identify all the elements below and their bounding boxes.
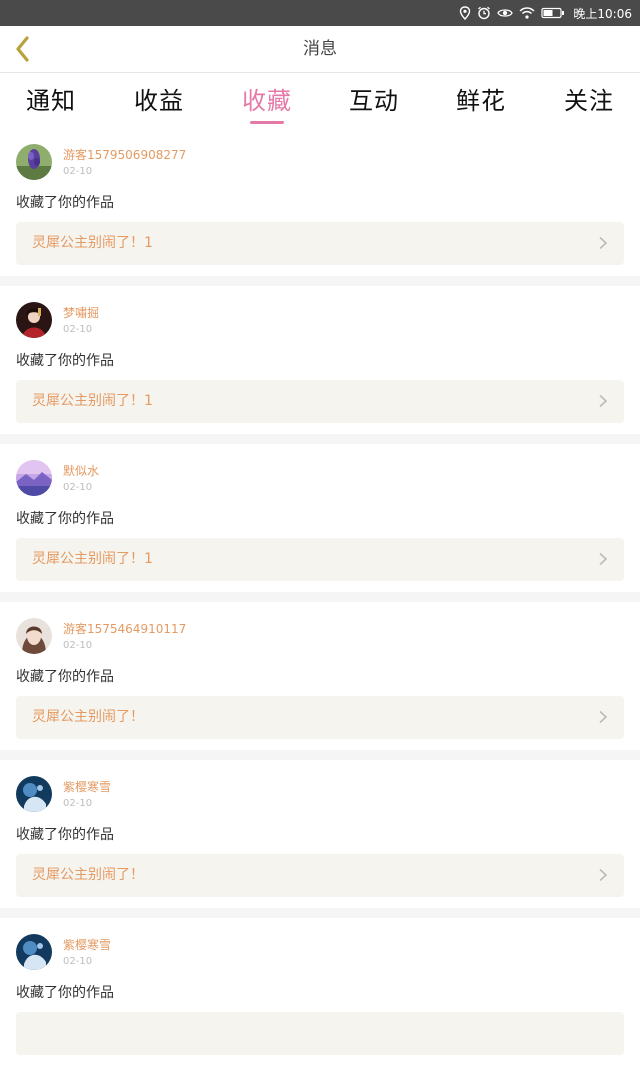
work-link[interactable] (16, 1012, 624, 1055)
chevron-right-icon (599, 552, 608, 566)
work-title: 灵犀公主别闹了！ (32, 867, 144, 883)
message-card: 紫樱寒雪 02-10 收藏了你的作品 灵犀公主别闹了！ (0, 760, 640, 908)
username[interactable]: 梦嘯掘 (63, 304, 99, 321)
chevron-right-icon (599, 710, 608, 724)
work-link[interactable]: 灵犀公主别闹了！ (16, 854, 624, 897)
chevron-right-icon (599, 394, 608, 408)
avatar[interactable] (16, 144, 52, 180)
message-card: 紫樱寒雪 02-10 收藏了你的作品 (0, 918, 640, 1066)
card-divider (0, 592, 640, 602)
message-card: 游客1575464910117 02-10 收藏了你的作品 灵犀公主别闹了！ (0, 602, 640, 750)
work-title: 灵犀公主别闹了！1 (32, 235, 153, 251)
blue-art-avatar-image (16, 776, 52, 812)
message-text: 收藏了你的作品 (16, 985, 114, 1001)
tab-following[interactable]: 关注 (549, 81, 629, 116)
message-card: 默似水 02-10 收藏了你的作品 灵犀公主别闹了！1 (0, 444, 640, 592)
active-tab-indicator (250, 121, 284, 124)
card-divider (0, 434, 640, 444)
message-card: 梦嘯掘 02-10 收藏了你的作品 灵犀公主别闹了！1 (0, 286, 640, 434)
eye-icon (497, 9, 514, 17)
card-divider (0, 276, 640, 286)
purple-landscape-avatar-image (16, 460, 52, 496)
tab-notifications[interactable]: 通知 (11, 81, 91, 116)
header: 消息 (0, 26, 640, 73)
work-title: 灵犀公主别闹了！1 (32, 393, 153, 409)
message-date: 02-10 (63, 956, 93, 967)
status-icons: 晚上10:06 (459, 0, 632, 26)
message-date: 02-10 (63, 482, 93, 493)
status-bar: 晚上10:06 (0, 0, 640, 26)
avatar[interactable] (16, 618, 52, 654)
message-text: 收藏了你的作品 (16, 511, 114, 527)
girl-portrait-avatar-image (16, 618, 52, 654)
chevron-right-icon (599, 868, 608, 882)
page-title: 消息 (303, 39, 337, 59)
alarm-icon (478, 6, 491, 20)
card-divider (0, 750, 640, 760)
card-divider (0, 908, 640, 918)
username[interactable]: 默似水 (63, 462, 99, 479)
tab-favorites[interactable]: 收藏 (227, 81, 307, 116)
red-costume-avatar-image (16, 302, 52, 338)
avatar[interactable] (16, 776, 52, 812)
message-date: 02-10 (63, 640, 93, 651)
work-link[interactable]: 灵犀公主别闹了！1 (16, 538, 624, 581)
tab-earnings[interactable]: 收益 (119, 81, 199, 116)
wifi-icon (519, 7, 535, 19)
tab-interactions[interactable]: 互动 (334, 81, 414, 116)
work-link[interactable]: 灵犀公主别闹了！1 (16, 222, 624, 265)
message-date: 02-10 (63, 324, 93, 335)
message-text: 收藏了你的作品 (16, 669, 114, 685)
avatar[interactable] (16, 302, 52, 338)
work-title: 灵犀公主别闹了！1 (32, 551, 153, 567)
tab-bar: 通知 收益 收藏 互动 鲜花 关注 (0, 73, 640, 127)
lavender-avatar-image (16, 144, 52, 180)
message-text: 收藏了你的作品 (16, 195, 114, 211)
message-date: 02-10 (63, 166, 93, 177)
message-date: 02-10 (63, 798, 93, 809)
avatar[interactable] (16, 934, 52, 970)
message-card: 游客1579506908277 02-10 收藏了你的作品 灵犀公主别闹了！1 (0, 128, 640, 276)
avatar[interactable] (16, 460, 52, 496)
status-time: 晚上10:06 (573, 6, 632, 21)
work-title: 灵犀公主别闹了！ (32, 709, 144, 725)
message-text: 收藏了你的作品 (16, 827, 114, 843)
message-text: 收藏了你的作品 (16, 353, 114, 369)
blue-art-avatar-image (16, 934, 52, 970)
location-icon (460, 6, 471, 20)
work-link[interactable]: 灵犀公主别闹了！1 (16, 380, 624, 423)
username[interactable]: 游客1575464910117 (63, 620, 186, 637)
work-link[interactable]: 灵犀公主别闹了！ (16, 696, 624, 739)
username[interactable]: 紫樱寒雪 (63, 936, 111, 953)
chevron-right-icon (599, 236, 608, 250)
username[interactable]: 紫樱寒雪 (63, 778, 111, 795)
tab-flowers[interactable]: 鲜花 (441, 81, 521, 116)
battery-icon (541, 7, 565, 19)
username[interactable]: 游客1579506908277 (63, 146, 186, 163)
